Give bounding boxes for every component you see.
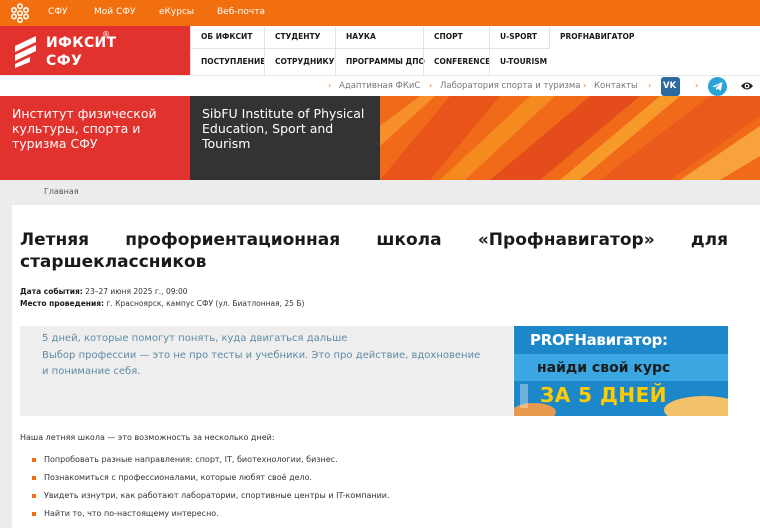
page-title: Летняя профориентационная школа «Профнав… (20, 230, 728, 272)
subnav-contacts[interactable]: Контакты (594, 81, 638, 91)
chevron-right-icon: › (695, 81, 699, 90)
top-link-webmail[interactable]: Веб-почта (217, 7, 265, 17)
subnav-sport-lab[interactable]: Лаборатория спорта и туризма (440, 81, 581, 91)
event-date-label: Дата события: (20, 287, 83, 296)
article-card: Летняя профориентационная школа «Профнав… (12, 205, 760, 528)
quote-line-3: и понимание себя. (42, 366, 141, 377)
subnav-adaptive-fkis[interactable]: Адаптивная ФКиС (339, 81, 420, 91)
vk-icon[interactable]: VK (661, 77, 680, 96)
lead-quote: 5 дней, которые помогут понять, куда дви… (20, 326, 513, 416)
event-place-value: г. Красноярск, кампус СФУ (ул. Биатлонна… (104, 299, 305, 308)
main-navigation: ОБ ИФКСИТ СТУДЕНТУ НАУКА СПОРТ U-SPORT P… (190, 26, 760, 75)
nav-staff[interactable]: СОТРУДНИКУ (264, 49, 335, 75)
list-item: Познакомиться с профессионалами, которые… (44, 473, 313, 482)
list-item: Попробовать разные направления: спорт, I… (44, 455, 338, 464)
hero-ru-title: Институт физической культуры, спорта и т… (12, 106, 157, 151)
top-link-ecourses[interactable]: еКурсы (159, 7, 194, 17)
nav-u-sport[interactable]: U-SPORT (489, 26, 549, 49)
bullet-icon (32, 476, 36, 480)
list-item: Найти то, что по-настоящему интересно. (44, 509, 219, 518)
nav-dpo-programs[interactable]: ПРОГРАММЫ ДПО (335, 49, 425, 75)
event-place-label: Место проведения: (20, 299, 105, 308)
bullet-icon (32, 512, 36, 516)
quote-line-2: Выбор профессии — это не про тесты и уче… (42, 350, 481, 361)
bullet-icon (32, 458, 36, 462)
nav-u-tourism[interactable]: U-TOURISM (489, 49, 549, 75)
telegram-icon[interactable] (708, 77, 727, 96)
promo-line-2: найди свой курс (537, 360, 671, 376)
nav-science[interactable]: НАУКА (335, 26, 423, 49)
accessibility-eye-icon[interactable] (740, 80, 754, 92)
hero-banner: Институт физической культуры, спорта и т… (0, 96, 760, 180)
logo-registered-mark: ® (102, 30, 110, 39)
event-date: Дата события: 23–27 июня 2025 г., 09:00 (20, 287, 188, 296)
promo-line-3: ЗА 5 ДНЕЙ (540, 383, 667, 407)
intro-text: Наша летняя школа — это возможность за н… (20, 433, 275, 442)
hero-decor-panel (380, 96, 760, 180)
list-item: Увидеть изнутри, как работают лаборатори… (44, 491, 390, 500)
secondary-navigation: › Адаптивная ФКиС › Лаборатория спорта и… (0, 75, 760, 96)
sfu-logo-icon[interactable] (10, 3, 30, 23)
bullet-icon (32, 494, 36, 498)
promo-banner: PROFНавигатор: найди свой курс ЗА 5 ДНЕЙ (514, 326, 728, 416)
hero-stripes-image (380, 96, 760, 180)
top-bar: СФУ Мой СФУ еКурсы Веб-почта (0, 0, 760, 26)
hero-en-title: SibFU Institute of Physical Education, S… (202, 106, 365, 151)
chevron-right-icon: › (429, 81, 433, 90)
event-place: Место проведения: г. Красноярск, кампус … (20, 299, 304, 308)
vk-label: VK (663, 81, 677, 91)
event-date-value: 23–27 июня 2025 г., 09:00 (82, 287, 188, 296)
chevron-right-icon: › (328, 81, 332, 90)
nav-about[interactable]: ОБ ИФКСИТ (190, 26, 264, 49)
hero-ru-panel: Институт физической культуры, спорта и т… (0, 96, 190, 180)
breadcrumb[interactable]: Главная (44, 187, 79, 196)
nav-student[interactable]: СТУДЕНТУ (264, 26, 335, 49)
quote-line-1: 5 дней, которые помогут понять, куда дви… (42, 333, 348, 344)
nav-admission[interactable]: ПОСТУПЛЕНИЕ (190, 49, 265, 75)
hero-en-panel: SibFU Institute of Physical Education, S… (190, 96, 380, 180)
site-logo[interactable]: ИФКСИТ ® СФУ (0, 26, 190, 75)
top-link-my-sfu[interactable]: Мой СФУ (94, 7, 136, 17)
promo-line-1: PROFНавигатор: (530, 331, 668, 349)
chevron-right-icon: › (648, 81, 652, 90)
nav-conference[interactable]: CONFERENCE (423, 49, 490, 75)
nav-sport[interactable]: СПОРТ (423, 26, 489, 49)
chevron-right-icon: › (583, 81, 587, 90)
ifksit-logo-icon (15, 36, 36, 68)
nav-profnavigator[interactable]: PROFНАВИГАТОР (549, 26, 760, 49)
top-link-sfu[interactable]: СФУ (48, 7, 68, 17)
logo-line-2: СФУ (46, 53, 83, 69)
